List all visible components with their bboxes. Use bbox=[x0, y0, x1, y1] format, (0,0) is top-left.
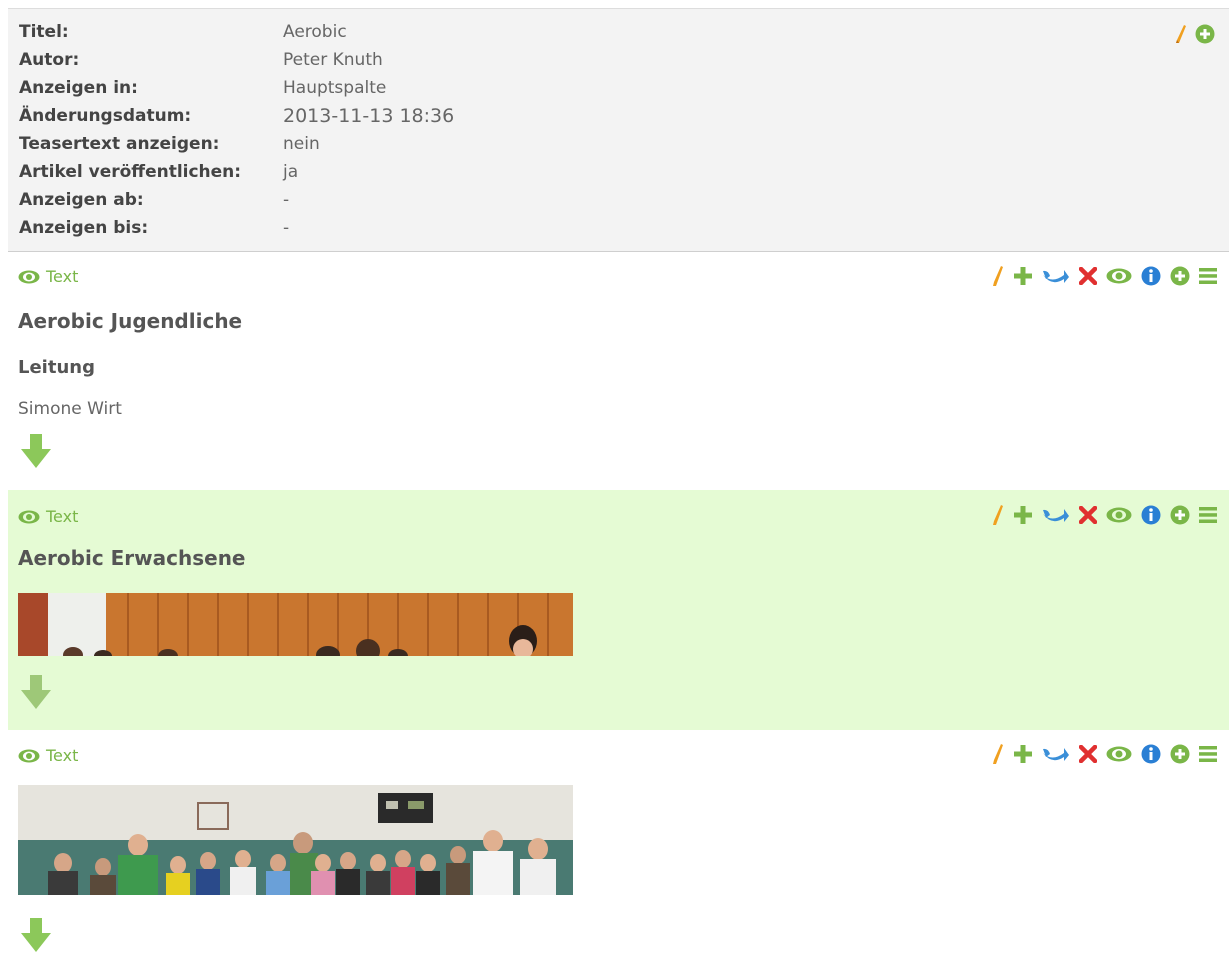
edit-icon[interactable] bbox=[1175, 24, 1187, 44]
delete-icon[interactable] bbox=[1079, 745, 1097, 763]
meta-label: Änderungsdatum: bbox=[19, 106, 192, 126]
block-type-text: Text bbox=[46, 507, 79, 526]
delete-icon[interactable] bbox=[1079, 267, 1097, 285]
edit-icon[interactable] bbox=[992, 265, 1004, 287]
eye-icon bbox=[18, 510, 40, 524]
add-circle-icon[interactable] bbox=[1195, 24, 1215, 44]
block-actions bbox=[992, 743, 1217, 765]
edit-icon[interactable] bbox=[992, 504, 1004, 526]
menu-icon[interactable] bbox=[1199, 745, 1217, 763]
meta-label: Titel: bbox=[19, 22, 69, 42]
menu-icon[interactable] bbox=[1199, 506, 1217, 524]
meta-label: Autor: bbox=[19, 50, 80, 70]
block-subheading: Leitung bbox=[18, 357, 95, 378]
meta-label: Anzeigen bis: bbox=[19, 218, 149, 238]
add-circle-icon[interactable] bbox=[1170, 505, 1190, 525]
move-icon[interactable] bbox=[1042, 267, 1070, 285]
meta-value: Aerobic bbox=[283, 22, 347, 42]
meta-label: Anzeigen ab: bbox=[19, 190, 144, 210]
article-meta-panel: Titel: Aerobic Autor: Peter Knuth Anzeig… bbox=[8, 8, 1229, 252]
meta-actions bbox=[1175, 24, 1215, 44]
content-block: Text Aerobic Jugendliche Leitung Simone … bbox=[8, 253, 1229, 490]
meta-value: 2013-11-13 18:36 bbox=[283, 105, 455, 127]
info-icon[interactable] bbox=[1141, 505, 1161, 525]
move-icon[interactable] bbox=[1042, 745, 1070, 763]
add-circle-icon[interactable] bbox=[1170, 266, 1190, 286]
eye-icon bbox=[18, 270, 40, 284]
delete-icon[interactable] bbox=[1079, 506, 1097, 524]
block-paragraph: Simone Wirt bbox=[18, 399, 122, 415]
add-icon[interactable] bbox=[1013, 266, 1033, 286]
meta-label: Teasertext anzeigen: bbox=[19, 134, 220, 154]
visibility-icon[interactable] bbox=[1106, 746, 1132, 762]
block-type-label: Text bbox=[18, 267, 78, 286]
menu-icon[interactable] bbox=[1199, 267, 1217, 285]
expand-down-arrow-icon[interactable] bbox=[20, 674, 52, 710]
add-icon[interactable] bbox=[1013, 505, 1033, 525]
block-type-text: Text bbox=[46, 267, 79, 286]
block-actions bbox=[992, 265, 1217, 287]
block-heading: Aerobic Erwachsene bbox=[18, 546, 246, 570]
gym-wall-photo bbox=[18, 593, 573, 656]
add-icon[interactable] bbox=[1013, 744, 1033, 764]
move-icon[interactable] bbox=[1042, 506, 1070, 524]
block-type-text: Text bbox=[46, 746, 79, 765]
meta-value: nein bbox=[283, 134, 320, 154]
block-type-label: Text bbox=[18, 746, 78, 765]
group-photo bbox=[18, 785, 573, 895]
block-type-label: Text bbox=[18, 507, 78, 526]
add-circle-icon[interactable] bbox=[1170, 744, 1190, 764]
meta-value: Peter Knuth bbox=[283, 50, 383, 70]
expand-down-arrow-icon[interactable] bbox=[20, 917, 52, 953]
info-icon[interactable] bbox=[1141, 266, 1161, 286]
meta-value: - bbox=[283, 218, 290, 238]
content-block-highlighted: Text Aerobic Erwachsene bbox=[8, 490, 1229, 730]
visibility-icon[interactable] bbox=[1106, 507, 1132, 523]
meta-value: ja bbox=[283, 162, 299, 182]
eye-icon bbox=[18, 749, 40, 763]
block-heading: Aerobic Jugendliche bbox=[18, 309, 243, 333]
meta-value: - bbox=[283, 190, 290, 210]
content-block: Text bbox=[8, 730, 1229, 963]
block-actions bbox=[992, 504, 1217, 526]
meta-label: Artikel veröffentlichen: bbox=[19, 162, 242, 182]
expand-down-arrow-icon[interactable] bbox=[20, 433, 52, 469]
edit-icon[interactable] bbox=[992, 743, 1004, 765]
meta-label: Anzeigen in: bbox=[19, 78, 138, 98]
visibility-icon[interactable] bbox=[1106, 268, 1132, 284]
info-icon[interactable] bbox=[1141, 744, 1161, 764]
meta-value: Hauptspalte bbox=[283, 78, 387, 98]
